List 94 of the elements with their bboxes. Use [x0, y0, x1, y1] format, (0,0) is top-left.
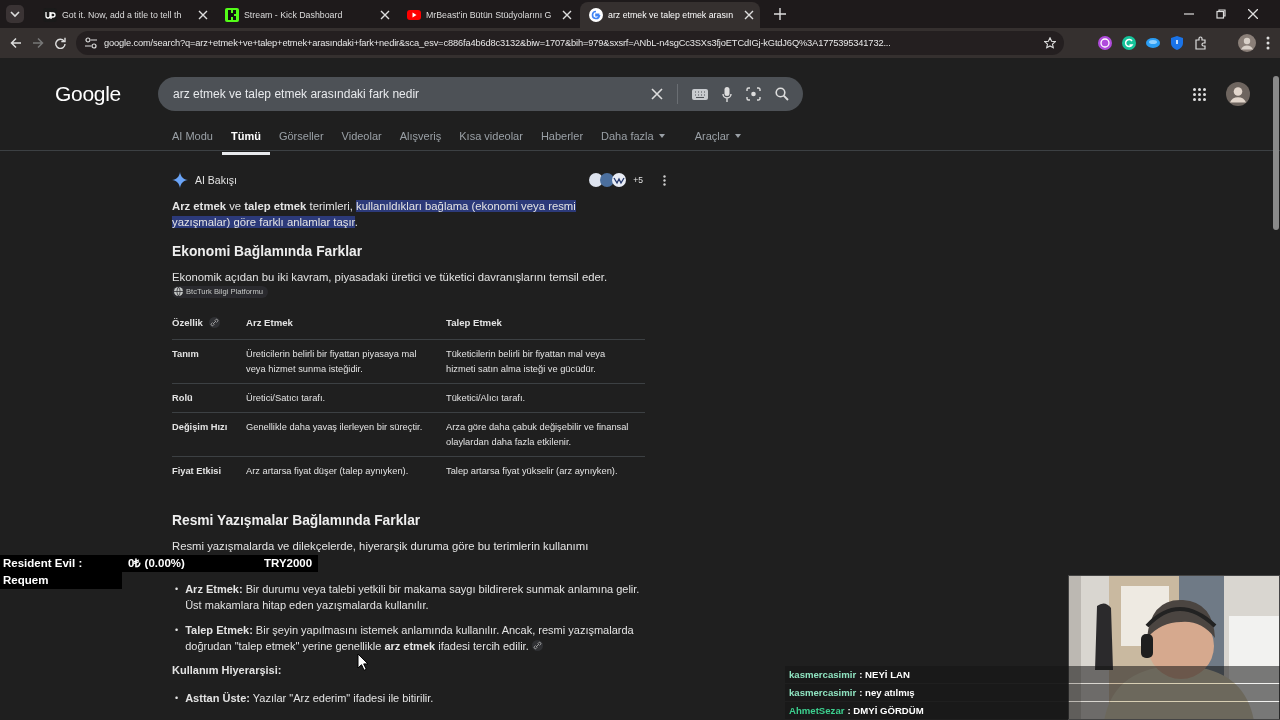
search-tab[interactable]: Daha fazla: [592, 130, 674, 155]
donation-title: Resident Evil : Requem: [0, 555, 122, 589]
more-icon[interactable]: [1266, 36, 1270, 50]
new-tab-icon[interactable]: [774, 8, 786, 20]
back-icon[interactable]: [10, 37, 22, 49]
close-icon[interactable]: [744, 10, 754, 20]
table-cell: Üretici/Satıcı tarafı.: [246, 383, 446, 413]
chat-username: kasmercasimir: [789, 669, 857, 680]
cursor-icon: [357, 653, 369, 671]
kick-logo-icon: [225, 8, 239, 22]
column-header: Talep Etmek: [446, 316, 502, 330]
chat-username: AhmetSezar: [789, 705, 845, 716]
search-tab[interactable]: Videolar: [332, 130, 391, 155]
overview-title: AI Bakışı: [195, 173, 237, 188]
search-tab[interactable]: Araçlar: [685, 130, 750, 155]
bullet-item: Talep Etmek: Bir şeyin yapılmasını istemek anlamında kullanılır. Ancak, resmi yazışmalarda doğrudan "talep etmek" yerine genellikle arz etmek ifadesi tercih edilir.: [185, 622, 635, 654]
bullet-item: Arz Etmek: Bir durumu veya talebi yetkili bir makama saygı bildirerek sunmak anlamına gelir. Üst makamlara hitap eden yazışmalarda kullanılır.: [185, 582, 641, 614]
subheading: Kullanım Hiyerarşisi:: [172, 663, 282, 679]
link-icon[interactable]: [208, 317, 220, 328]
section-heading: Ekonomi Bağlamında Farklar: [172, 244, 364, 260]
scrollbar[interactable]: [1273, 76, 1279, 230]
browser-tab[interactable]: Stream - Kick Dashboard: [216, 2, 396, 28]
source-icons[interactable]: [589, 173, 628, 187]
reload-icon[interactable]: [54, 37, 66, 49]
browser-tab[interactable]: Got it. Now, add a title to tell th: [34, 2, 214, 28]
more-icon[interactable]: [663, 174, 666, 186]
google-logo[interactable]: Google: [55, 82, 158, 106]
search-tab[interactable]: Görseller: [269, 130, 333, 155]
globe-icon: [174, 287, 183, 296]
table-cell: Talep artarsa fiyat yükselir (arz aynıyken).: [446, 456, 645, 485]
chat-username: kasmercasimir: [789, 687, 857, 698]
search-field[interactable]: arz etmek ve talep etmek arasındaki fark nedir: [158, 77, 803, 111]
clear-icon[interactable]: [651, 88, 663, 100]
table-cell: Genellikle daha yavaş ilerleyen bir süreçtir.: [246, 412, 446, 457]
section-heading: Resmi Yazışmalar Bağlamında Farklar: [172, 513, 422, 529]
column-header: Arz Etmek: [246, 316, 293, 330]
table-cell: Üreticilerin belirli bir fiyattan piyasaya mal veya hizmet sunma isteğidir.: [246, 339, 446, 384]
caret-icon: [734, 134, 741, 138]
search-tab[interactable]: Tümü: [221, 130, 270, 155]
browser-tab[interactable]: arz etmek ve talep etmek arasın: [580, 2, 760, 28]
bullet-item: Asttan Üste: Yazılar "Arz ederim" ifadesi ile bitirilir.: [185, 691, 434, 707]
table-cell: Tanım: [172, 339, 246, 384]
overview-text: Arz etmek ve talep etmek terimleri, kullanıldıkları bağlama (ekonomi veya resmi yazışmalar) göre farklı anlamlar taşır.: [172, 199, 577, 230]
bullet-marker: •: [175, 623, 179, 637]
apps-icon[interactable]: [1193, 87, 1206, 101]
microphone-icon[interactable]: [722, 86, 732, 102]
column-header: Özellik: [172, 316, 203, 330]
close-icon[interactable]: [562, 10, 572, 20]
caret-icon: [658, 134, 665, 138]
shield-icon[interactable]: [1170, 36, 1184, 50]
table-cell: Arza göre daha çabuk değişebilir ve finansal olaylardan daha fazla etkilenir.: [446, 412, 645, 457]
extension-icon[interactable]: [1122, 36, 1136, 50]
bullet-marker: •: [175, 692, 179, 706]
camera-icon[interactable]: [746, 87, 761, 101]
search-icon[interactable]: [775, 87, 789, 101]
link-icon[interactable]: [531, 639, 543, 651]
donation-goal: TRY2000: [264, 555, 318, 572]
search-tab[interactable]: Haberler: [531, 130, 593, 155]
sparkle-icon: [172, 172, 188, 188]
search-tab[interactable]: Kısa videolar: [450, 130, 532, 155]
table-cell: Tüketici/Alıcı tarafı.: [446, 383, 645, 413]
close-icon[interactable]: [1248, 9, 1258, 19]
table-cell: Tüketicilerin belirli bir fiyattan mal veya hizmeti satın alma isteği ve gücüdür.: [446, 339, 645, 384]
extension-icon[interactable]: [1098, 36, 1112, 50]
chat-message: : ney atılmış: [859, 687, 915, 698]
keyboard-icon[interactable]: [692, 88, 708, 100]
restore-icon[interactable]: [1216, 9, 1226, 19]
table-cell: Fiyat Etkisi: [172, 456, 246, 485]
search-tab[interactable]: AI Modu: [172, 130, 222, 155]
puzzle-icon[interactable]: [1194, 36, 1208, 50]
chat-message: : DMYİ GÖRDÜM: [847, 705, 924, 716]
table-cell: Değişim Hızı: [172, 412, 246, 457]
youtube-logo-icon: [407, 8, 421, 22]
forward-icon[interactable]: [32, 37, 44, 49]
table-cell: Rolü: [172, 383, 246, 413]
google-logo-icon: [589, 8, 603, 22]
chat-message: : NEYİ LAN: [859, 669, 910, 680]
donation-amount: 0₺ (0.00%): [122, 555, 264, 572]
source-count[interactable]: +5: [633, 172, 643, 188]
close-icon[interactable]: [198, 10, 208, 20]
extension-icon[interactable]: [1146, 36, 1160, 50]
bullet-marker: •: [175, 583, 179, 596]
search-tab[interactable]: Alışveriş: [390, 130, 451, 155]
paragraph: Ekonomik açıdan bu iki kavram, piyasadaki üretici ve tüketici davranışlarını temsil eder.: [172, 271, 608, 283]
avatar-icon[interactable]: [1226, 82, 1250, 106]
close-icon[interactable]: [380, 10, 390, 20]
avatar-icon[interactable]: [1238, 34, 1256, 52]
star-icon[interactable]: [1044, 37, 1056, 49]
table-cell: Arz artarsa fiyat düşer (talep aynıyken).: [246, 456, 446, 485]
paragraph: Resmi yazışmalarda ve dilekçelerde, hiyerarşik duruma göre bu terimlerin kullanımı: [172, 539, 590, 554]
site-settings-icon[interactable]: [84, 37, 98, 49]
tab-list-icon[interactable]: [6, 5, 24, 23]
browser-tab[interactable]: MrBeast'in Bütün Stüdyolarını G: [398, 2, 578, 28]
address-bar[interactable]: google.com/search?q=arz+etmek+ve+talep+etmek+arasındaki+fark+nedir&sca_esv=c886fa4b6d8c3132&biw=1707&bih=979&sxsrf=ANbL-n4sgCc3SXs3fjoETCdIGj-kGtdJ6Q%3A1775395341732...: [76, 31, 1064, 55]
